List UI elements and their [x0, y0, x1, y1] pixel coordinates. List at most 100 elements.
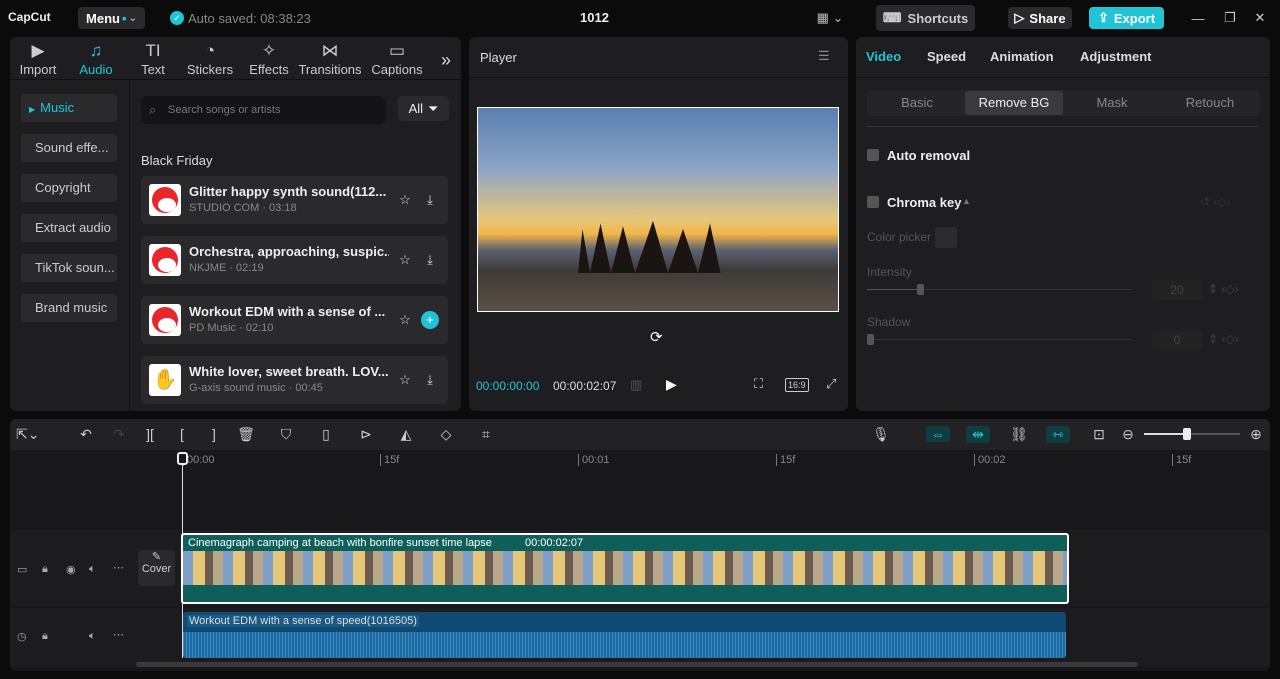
- link-icon[interactable]: ⛓: [1007, 426, 1031, 443]
- auto-snap-icon[interactable]: ⇹: [966, 426, 990, 443]
- song-item[interactable]: Orchestra, approaching, suspic... NKJME ·…: [141, 236, 448, 284]
- subtab-remove-bg[interactable]: Remove BG: [965, 91, 1063, 115]
- favorite-icon[interactable]: ☆: [396, 311, 414, 329]
- song-item[interactable]: ✋ White lover, sweet breath. LOV... G-axis…: [141, 356, 448, 404]
- delete-icon[interactable]: 🗑: [237, 426, 255, 443]
- download-icon[interactable]: ⤓: [421, 191, 439, 209]
- marker-icon[interactable]: ⛉: [277, 426, 295, 443]
- layout-button[interactable]: ▦ ⌄: [812, 8, 848, 28]
- timeline-scrollbar[interactable]: [136, 662, 1138, 667]
- freeze-icon[interactable]: ▯: [317, 426, 335, 443]
- subtab-retouch[interactable]: Retouch: [1161, 91, 1259, 115]
- song-item[interactable]: Glitter happy synth sound(112... STUDIO C…: [141, 176, 448, 224]
- sidebar-item[interactable]: Extract audio: [21, 214, 117, 242]
- favorite-icon[interactable]: ☆: [396, 191, 414, 209]
- split-icon[interactable]: ][: [141, 426, 159, 442]
- main-track-magnet-icon[interactable]: ⇔: [926, 426, 950, 442]
- tab-stickers[interactable]: ◔ Stickers: [184, 40, 236, 77]
- split-left-icon[interactable]: [: [173, 426, 191, 442]
- tab-captions[interactable]: ▭ Captions: [365, 40, 429, 77]
- song-title: White lover, sweet breath. LOV...: [189, 364, 389, 379]
- sidebar-item[interactable]: ▶ Music: [21, 94, 117, 122]
- intensity-slider[interactable]: [867, 284, 1132, 295]
- fullscreen-focus-icon[interactable]: ⛶: [754, 376, 763, 392]
- tab-text[interactable]: TI Text: [127, 40, 179, 77]
- sidebar-item-label: Brand music: [35, 300, 108, 315]
- sidebar-item[interactable]: Copyright: [21, 174, 117, 202]
- share-button[interactable]: ▷ Share: [1008, 7, 1072, 29]
- redo-icon[interactable]: ↷: [110, 426, 128, 443]
- favorite-icon[interactable]: ☆: [396, 371, 414, 389]
- sidebar-item[interactable]: TikTok soun...: [21, 254, 117, 282]
- favorite-icon[interactable]: ☆: [396, 251, 414, 269]
- sidebar-item[interactable]: Brand music: [21, 294, 117, 322]
- tab-transitions[interactable]: ⋈ Transitions: [298, 40, 362, 77]
- minimize-button[interactable]: —: [1188, 8, 1208, 28]
- lock-icon[interactable]: 🔒︎: [42, 563, 48, 576]
- audio-lock-icon[interactable]: 🔒︎: [42, 630, 48, 643]
- more-tabs-icon[interactable]: »: [436, 50, 456, 70]
- effects-icon: ✧: [261, 41, 277, 60]
- tab-effects[interactable]: ✧ Effects: [243, 40, 295, 77]
- cover-button[interactable]: ✎ Cover: [138, 550, 175, 586]
- eye-icon[interactable]: ◉: [66, 563, 76, 576]
- volume-icon[interactable]: 🔈︎: [89, 563, 96, 576]
- color-picker-button[interactable]: [935, 227, 957, 248]
- add-icon[interactable]: +: [421, 311, 439, 329]
- tab-animation[interactable]: Animation: [990, 49, 1054, 64]
- download-icon[interactable]: ⤓: [421, 371, 439, 389]
- shadow-slider[interactable]: [867, 334, 1132, 345]
- shortcuts-button[interactable]: ⌨ Shortcuts: [876, 5, 975, 31]
- intensity-input[interactable]: 20: [1152, 280, 1202, 300]
- chroma-key-checkbox[interactable]: [867, 196, 879, 208]
- hamburger-icon[interactable]: ☰: [818, 48, 830, 64]
- filter-button[interactable]: All ⏷: [398, 96, 449, 121]
- rotate-icon[interactable]: ⟳: [650, 328, 663, 346]
- tab-audio[interactable]: ♫ Audio: [70, 40, 122, 77]
- keyframe-controls[interactable]: ↺ ‹◇›: [1200, 195, 1231, 209]
- auto-removal-checkbox[interactable]: [867, 149, 879, 161]
- rotate-clip-icon[interactable]: ◇: [437, 426, 455, 443]
- zoom-out-icon[interactable]: ⊖: [1119, 426, 1137, 443]
- fullscreen-icon[interactable]: ⤢: [826, 376, 836, 392]
- mirror-icon[interactable]: ◭: [397, 426, 415, 443]
- maximize-button[interactable]: ❐: [1220, 8, 1240, 28]
- play-button[interactable]: ▶: [666, 376, 677, 393]
- select-tool-icon[interactable]: ⇱⌄: [16, 426, 39, 443]
- tab-speed[interactable]: Speed: [927, 49, 966, 64]
- undo-icon[interactable]: ↶: [77, 426, 95, 443]
- song-item[interactable]: Workout EDM with a sense of ... PD Music …: [141, 296, 448, 344]
- ratio-button[interactable]: 16:9: [785, 378, 809, 392]
- zoom-slider[interactable]: [1144, 428, 1240, 440]
- cover-label: Cover: [141, 563, 172, 575]
- sidebar-item[interactable]: Sound effe...: [21, 134, 117, 162]
- shadow-keyframe[interactable]: ⇕ ‹◇›: [1208, 332, 1239, 346]
- intensity-keyframe[interactable]: ⇕ ‹◇›: [1208, 282, 1239, 296]
- collapse-icon[interactable]: ▲: [962, 196, 971, 206]
- close-button[interactable]: ✕: [1250, 8, 1270, 28]
- video-preview[interactable]: [477, 107, 839, 312]
- split-right-icon[interactable]: ]: [205, 426, 223, 442]
- shadow-input[interactable]: 0: [1152, 330, 1202, 350]
- microphone-icon[interactable]: 🎙: [872, 426, 890, 443]
- crop-icon[interactable]: ⌗: [477, 426, 495, 443]
- preview-axis-icon[interactable]: ⇿: [1046, 426, 1070, 443]
- fit-icon[interactable]: ⊡: [1088, 426, 1110, 443]
- audio-volume-icon[interactable]: 🔈︎: [89, 630, 96, 643]
- search-input[interactable]: ⌕ Search songs or artists: [141, 96, 386, 124]
- audio-more-icon[interactable]: ⋯: [113, 628, 124, 641]
- download-icon[interactable]: ⤓: [421, 251, 439, 269]
- audio-clip[interactable]: Workout EDM with a sense of speed(101650…: [183, 612, 1066, 658]
- video-clip[interactable]: Cinemagraph camping at beach with bonfir…: [181, 533, 1069, 604]
- subtab-basic[interactable]: Basic: [868, 91, 966, 115]
- subtab-mask[interactable]: Mask: [1063, 91, 1161, 115]
- speed-icon[interactable]: ⊳: [357, 426, 375, 443]
- tab-adjustment[interactable]: Adjustment: [1080, 49, 1152, 64]
- waveform-icon[interactable]: ▥: [630, 377, 642, 393]
- more-icon[interactable]: ⋯: [113, 561, 124, 574]
- export-button[interactable]: ⇪ Export: [1089, 7, 1164, 29]
- tab-import[interactable]: ▶ Import: [12, 40, 64, 77]
- tab-video[interactable]: Video: [866, 49, 901, 64]
- menu-button[interactable]: Menu • ⌄: [78, 7, 145, 29]
- zoom-in-icon[interactable]: ⊕: [1247, 426, 1265, 443]
